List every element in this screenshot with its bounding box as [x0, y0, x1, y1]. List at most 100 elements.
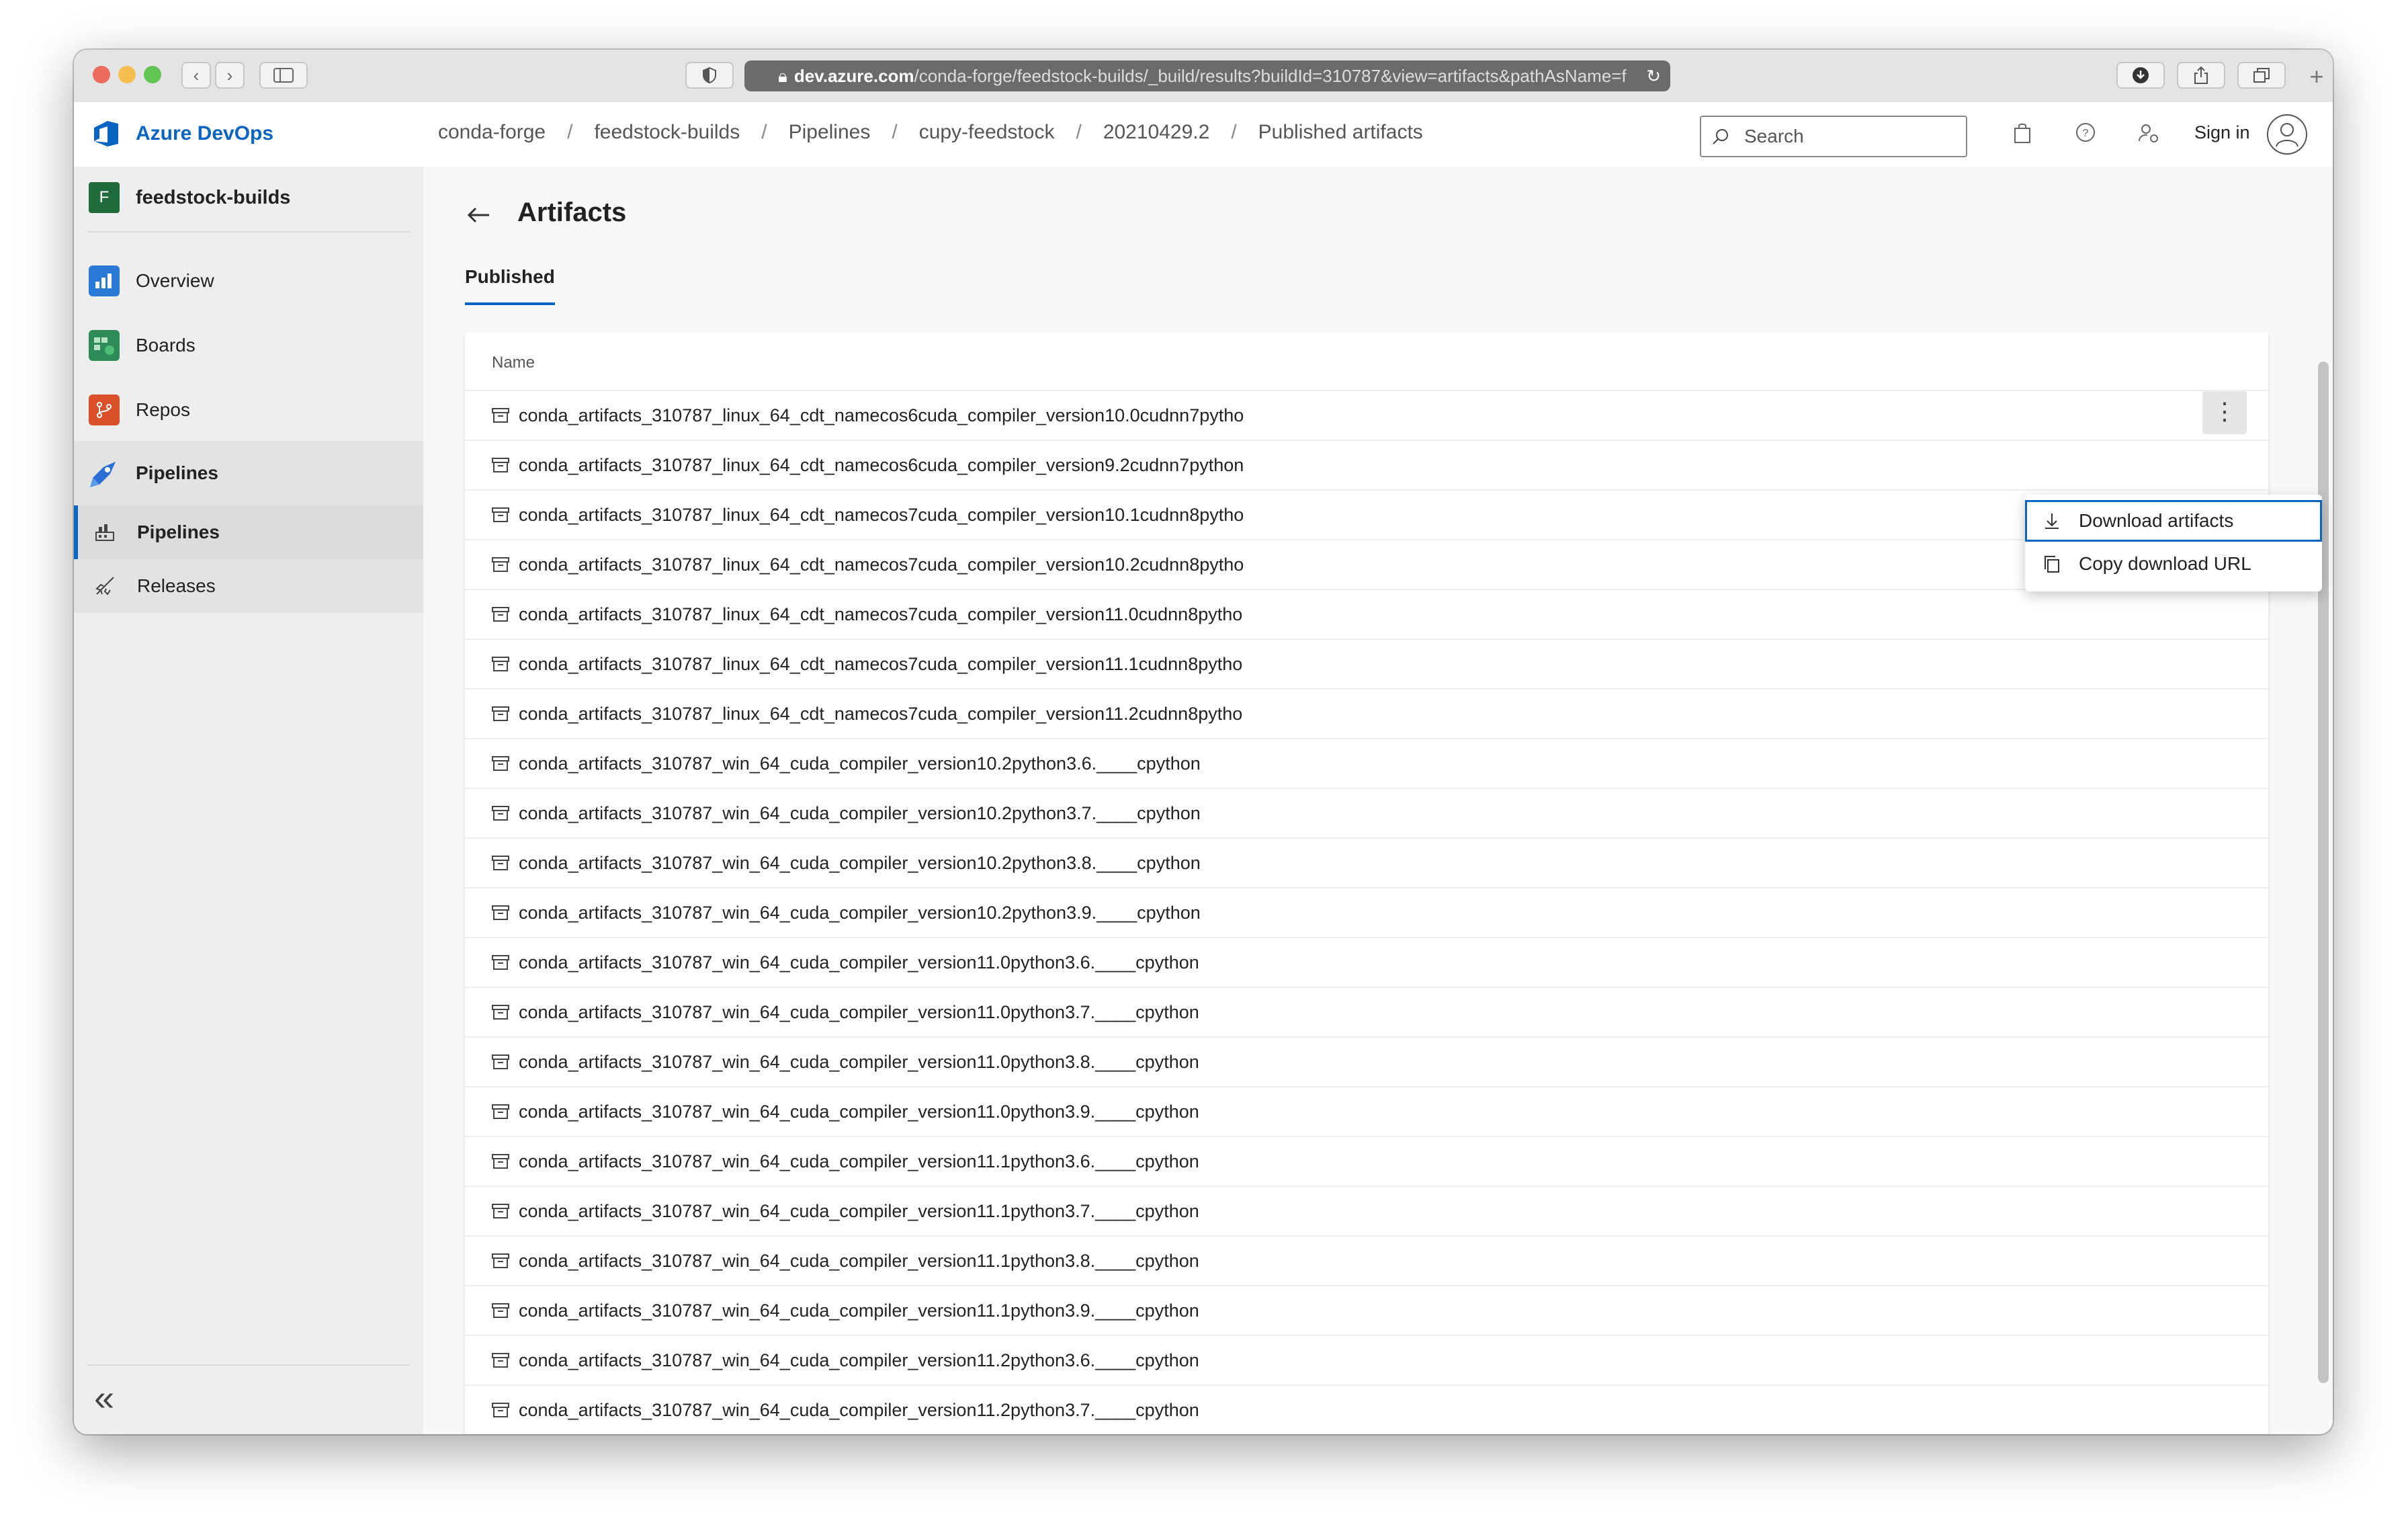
back-nav-button[interactable]: ‹ — [181, 62, 211, 89]
artifact-name[interactable]: conda_artifacts_310787_win_64_cuda_compi… — [519, 1300, 1199, 1321]
table-row[interactable]: conda_artifacts_310787_win_64_cuda_compi… — [465, 1087, 2268, 1137]
table-row[interactable]: conda_artifacts_310787_win_64_cuda_compi… — [465, 1386, 2268, 1434]
artifact-name[interactable]: conda_artifacts_310787_win_64_cuda_compi… — [519, 1052, 1199, 1073]
table-row[interactable]: conda_artifacts_310787_win_64_cuda_compi… — [465, 1336, 2268, 1386]
back-arrow-icon[interactable] — [465, 202, 492, 235]
sidebar-item-label: Releases — [137, 575, 216, 596]
table-row[interactable]: conda_artifacts_310787_win_64_cuda_compi… — [465, 1286, 2268, 1336]
reload-icon[interactable]: ↻ — [1639, 60, 1661, 91]
marketplace-button[interactable] — [2009, 122, 2036, 149]
table-row[interactable]: conda_artifacts_310787_linux_64_cdt_name… — [465, 491, 2268, 540]
artifact-icon — [492, 607, 509, 622]
artifact-name[interactable]: conda_artifacts_310787_win_64_cuda_compi… — [519, 1350, 1199, 1371]
brand-name[interactable]: Azure DevOps — [136, 122, 273, 145]
artifact-name[interactable]: conda_artifacts_310787_win_64_cuda_compi… — [519, 1201, 1199, 1222]
tabs-icon — [2253, 68, 2270, 83]
artifact-name[interactable]: conda_artifacts_310787_linux_64_cdt_name… — [519, 704, 1242, 725]
table-row[interactable]: conda_artifacts_310787_win_64_cuda_compi… — [465, 739, 2268, 789]
artifact-name[interactable]: conda_artifacts_310787_win_64_cuda_compi… — [519, 1002, 1199, 1023]
share-button[interactable] — [2177, 62, 2225, 89]
artifact-name[interactable]: conda_artifacts_310787_win_64_cuda_compi… — [519, 1102, 1199, 1122]
artifact-icon — [492, 1253, 509, 1268]
sidebar-item-pipelines[interactable]: Pipelines — [74, 441, 423, 505]
table-row[interactable]: conda_artifacts_310787_win_64_cuda_compi… — [465, 1038, 2268, 1087]
person-icon — [2276, 123, 2298, 147]
forward-nav-button[interactable]: › — [215, 62, 245, 89]
table-row[interactable]: conda_artifacts_310787_win_64_cuda_compi… — [465, 789, 2268, 839]
breadcrumb-current[interactable]: Published artifacts — [1258, 121, 1423, 144]
breadcrumb-pipeline[interactable]: cupy-feedstock — [919, 121, 1055, 144]
artifact-name[interactable]: conda_artifacts_310787_linux_64_cdt_name… — [519, 505, 1244, 526]
more-vertical-icon: ⋮ — [2212, 397, 2237, 425]
artifact-name[interactable]: conda_artifacts_310787_win_64_cuda_compi… — [519, 903, 1201, 923]
artifact-icon — [492, 507, 509, 522]
new-tab-button[interactable]: + — [2303, 62, 2330, 91]
close-window-button[interactable] — [93, 66, 110, 83]
table-row[interactable]: conda_artifacts_310787_win_64_cuda_compi… — [465, 1237, 2268, 1286]
artifact-name[interactable]: conda_artifacts_310787_linux_64_cdt_name… — [519, 405, 1244, 426]
sidebar-item-pipelines-sub[interactable]: Pipelines — [74, 505, 423, 559]
table-row[interactable]: conda_artifacts_310787_linux_64_cdt_name… — [465, 590, 2268, 640]
table-row[interactable]: conda_artifacts_310787_win_64_cuda_compi… — [465, 1137, 2268, 1187]
artifact-icon — [492, 557, 509, 572]
table-row[interactable]: conda_artifacts_310787_win_64_cuda_compi… — [465, 1187, 2268, 1237]
artifact-name[interactable]: conda_artifacts_310787_win_64_cuda_compi… — [519, 1400, 1199, 1421]
sidebar-item-boards[interactable]: Boards — [74, 319, 423, 372]
search-placeholder: Search — [1744, 126, 1804, 147]
table-row[interactable]: conda_artifacts_310787_win_64_cuda_compi… — [465, 988, 2268, 1038]
artifact-name[interactable]: conda_artifacts_310787_win_64_cuda_compi… — [519, 853, 1201, 874]
table-row[interactable]: conda_artifacts_310787_linux_64_cdt_name… — [465, 391, 2268, 441]
artifact-name[interactable]: conda_artifacts_310787_linux_64_cdt_name… — [519, 455, 1244, 476]
artifact-name[interactable]: conda_artifacts_310787_win_64_cuda_compi… — [519, 803, 1201, 824]
sidebar-divider — [87, 1364, 410, 1366]
breadcrumb-organization[interactable]: conda-forge — [438, 121, 546, 144]
privacy-report-button[interactable] — [685, 62, 734, 89]
artifact-icon — [492, 856, 509, 870]
artifact-name[interactable]: conda_artifacts_310787_win_64_cuda_compi… — [519, 753, 1201, 774]
artifact-name[interactable]: conda_artifacts_310787_linux_64_cdt_name… — [519, 604, 1242, 625]
sidebar-item-repos[interactable]: Repos — [74, 383, 423, 437]
table-row[interactable]: conda_artifacts_310787_linux_64_cdt_name… — [465, 690, 2268, 739]
artifact-name[interactable]: conda_artifacts_310787_win_64_cuda_compi… — [519, 1151, 1199, 1172]
user-settings-button[interactable] — [2135, 122, 2162, 149]
table-row[interactable]: conda_artifacts_310787_linux_64_cdt_name… — [465, 441, 2268, 491]
collapse-sidebar-icon[interactable]: « — [94, 1376, 114, 1419]
sidebar-toggle-button[interactable] — [259, 62, 308, 89]
artifact-name[interactable]: conda_artifacts_310787_linux_64_cdt_name… — [519, 654, 1242, 675]
tab-overview-button[interactable] — [2237, 62, 2286, 89]
copy-download-url-menu-item[interactable]: Copy download URL — [2025, 543, 2322, 585]
artifact-icon — [492, 806, 509, 821]
search-box[interactable]: Search — [1700, 116, 1967, 157]
avatar[interactable] — [2267, 114, 2307, 155]
breadcrumb-project[interactable]: feedstock-builds — [594, 121, 740, 144]
zoom-window-button[interactable] — [144, 66, 161, 83]
download-artifacts-menu-item[interactable]: Download artifacts — [2025, 500, 2322, 542]
sign-in-link[interactable]: Sign in — [2194, 122, 2250, 143]
column-header-name[interactable]: Name — [492, 354, 535, 372]
artifact-name[interactable]: conda_artifacts_310787_win_64_cuda_compi… — [519, 1251, 1199, 1272]
table-row[interactable]: conda_artifacts_310787_win_64_cuda_compi… — [465, 938, 2268, 988]
azure-devops-logo-icon[interactable] — [91, 118, 122, 149]
breadcrumb-run[interactable]: 20210429.2 — [1103, 121, 1210, 144]
table-row[interactable]: conda_artifacts_310787_win_64_cuda_compi… — [465, 888, 2268, 938]
boards-icon — [89, 330, 120, 361]
downloads-button[interactable] — [2116, 62, 2165, 89]
shield-icon — [703, 67, 716, 84]
sidebar-item-overview[interactable]: Overview — [74, 254, 423, 308]
sidebar-item-releases[interactable]: Releases — [74, 559, 423, 613]
artifact-icon — [492, 955, 509, 970]
table-row[interactable]: conda_artifacts_310787_linux_64_cdt_name… — [465, 640, 2268, 690]
more-actions-button[interactable]: ⋮ — [2202, 391, 2247, 434]
table-row[interactable]: conda_artifacts_310787_linux_64_cdt_name… — [465, 540, 2268, 590]
help-button[interactable]: ? — [2072, 122, 2099, 149]
table-row[interactable]: conda_artifacts_310787_win_64_cuda_compi… — [465, 839, 2268, 888]
artifact-icon — [492, 706, 509, 721]
minimize-window-button[interactable] — [118, 66, 136, 83]
menu-item-label: Copy download URL — [2079, 553, 2251, 574]
tab-published[interactable]: Published — [465, 266, 555, 288]
artifact-name[interactable]: conda_artifacts_310787_linux_64_cdt_name… — [519, 554, 1244, 575]
artifact-name[interactable]: conda_artifacts_310787_win_64_cuda_compi… — [519, 952, 1199, 973]
project-switcher[interactable]: F feedstock-builds — [89, 181, 290, 214]
breadcrumb-pipelines[interactable]: Pipelines — [789, 121, 871, 144]
address-bar[interactable]: 🔒︎ dev.azure.com/conda-forge/feedstock-bu… — [744, 60, 1670, 91]
